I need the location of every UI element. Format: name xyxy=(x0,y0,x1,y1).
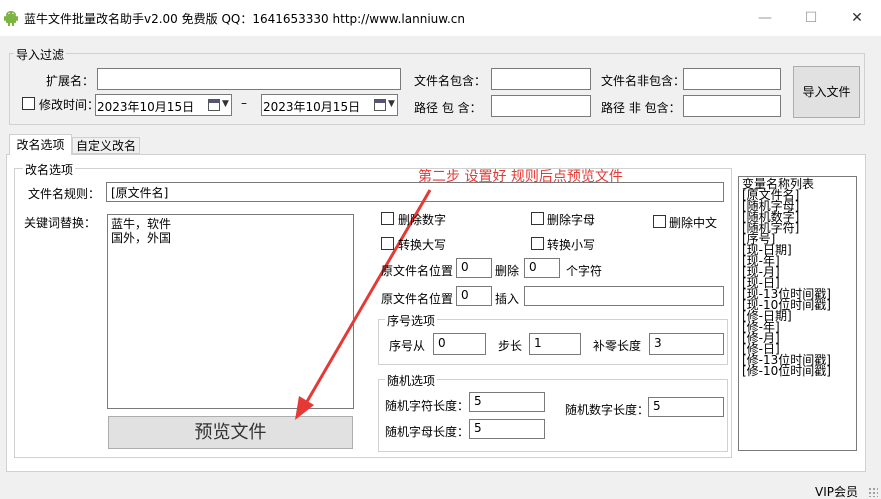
path-contains-input[interactable] xyxy=(491,95,591,117)
date-from-value: 2023年10月15日 xyxy=(97,100,195,114)
random-num-length-label: 随机数字长度： xyxy=(565,403,650,417)
to-upper-label: 转换大写 xyxy=(398,238,447,252)
name-not-contains-label: 文件名非包含： xyxy=(601,74,686,88)
delete-letters-checkbox[interactable] xyxy=(531,212,544,225)
extension-label: 扩展名： xyxy=(46,74,95,88)
vip-status: VIP会员 xyxy=(815,485,858,499)
seq-step-label: 步长 xyxy=(498,339,523,353)
path-not-contains-input[interactable] xyxy=(683,95,781,117)
random-char-length-input[interactable]: 5 xyxy=(469,392,545,412)
title-bar: 蓝牛文件批量改名助手v2.00 免费版 QQ：1641653330 http:/… xyxy=(0,0,881,36)
delete-digits-label: 删除数字 xyxy=(398,213,447,227)
pos2-input[interactable]: 0 xyxy=(456,286,492,306)
variable-list[interactable]: 变量名称列表 [原文件名] [随机字母] [随机数字] [随机字符] [序号] … xyxy=(738,176,857,451)
date-to-value: 2023年10月15日 xyxy=(263,100,361,114)
pos1-input[interactable]: 0 xyxy=(456,258,492,278)
to-lower-label: 转换小写 xyxy=(547,238,596,252)
modtime-checkbox[interactable] xyxy=(22,97,35,110)
variable-item[interactable]: [修-10位时间戳] xyxy=(742,365,853,377)
to-lower-checkbox[interactable] xyxy=(531,237,544,250)
name-contains-label: 文件名包含： xyxy=(414,74,487,88)
delete-letters-label: 删除字母 xyxy=(547,213,596,227)
resize-grip-icon[interactable] xyxy=(868,487,878,497)
random-letter-length-input[interactable]: 5 xyxy=(469,419,545,439)
keyword-replace-textarea[interactable]: 蓝牛，软件 国外，外国 xyxy=(107,214,354,409)
calendar-icon xyxy=(208,99,220,111)
seq-from-label: 序号从 xyxy=(389,339,426,353)
step-two-annotation: 第二步 设置好 规则后点预览文件 xyxy=(418,169,623,185)
import-filter-legend: 导入过滤 xyxy=(14,46,67,63)
chevron-down-icon: ▼ xyxy=(388,99,395,109)
sequence-options-legend: 序号选项 xyxy=(385,312,438,329)
pos2-label: 原文件名位置 xyxy=(381,292,454,306)
chars-label: 个字符 xyxy=(566,264,603,278)
preview-files-button[interactable]: 预览文件 xyxy=(108,416,353,449)
name-not-contains-input[interactable] xyxy=(683,68,781,90)
delete-chinese-label: 删除中文 xyxy=(669,216,718,230)
window-title: 蓝牛文件批量改名助手v2.00 免费版 QQ：1641653330 http:/… xyxy=(24,12,465,26)
random-num-length-input[interactable]: 5 xyxy=(648,397,724,417)
date-from-picker[interactable]: 2023年10月15日 ▼ xyxy=(95,94,232,116)
path-not-contains-label: 路径 非 包含： xyxy=(601,101,681,115)
calendar-icon xyxy=(374,99,386,111)
random-letter-length-label: 随机字母长度： xyxy=(385,425,470,439)
random-options-legend: 随机选项 xyxy=(385,372,438,389)
insert-input[interactable] xyxy=(524,286,724,306)
keyword-replace-label: 关键词替换： xyxy=(24,216,97,230)
to-upper-checkbox[interactable] xyxy=(381,237,394,250)
delete-digits-checkbox[interactable] xyxy=(381,212,394,225)
seq-pad-input[interactable]: 3 xyxy=(649,333,724,355)
minimize-button[interactable]: — xyxy=(742,0,788,36)
seq-pad-label: 补零长度 xyxy=(593,339,642,353)
chevron-down-icon: ▼ xyxy=(222,99,229,109)
date-to-picker[interactable]: 2023年10月15日 ▼ xyxy=(261,94,398,116)
delete-count-label: 删除 xyxy=(495,264,520,278)
name-contains-input[interactable] xyxy=(491,68,591,90)
delete-chinese-checkbox[interactable] xyxy=(653,215,666,228)
pos1-label: 原文件名位置 xyxy=(381,264,454,278)
filename-rule-label: 文件名规则： xyxy=(28,187,101,201)
seq-from-input[interactable]: 0 xyxy=(433,333,486,355)
seq-step-input[interactable]: 1 xyxy=(529,333,581,355)
import-files-button[interactable]: 导入文件 xyxy=(793,66,860,118)
filename-rule-input[interactable]: [原文件名] xyxy=(106,182,724,202)
maximize-button[interactable]: ☐ xyxy=(788,0,834,36)
tab-custom-rename[interactable]: 自定义改名 xyxy=(72,137,140,154)
status-bar: VIP会员 xyxy=(0,479,881,499)
modtime-label: 修改时间： xyxy=(39,98,100,112)
date-range-separator: – xyxy=(241,96,247,110)
android-app-icon xyxy=(4,11,18,26)
tab-rename-options[interactable]: 改名选项 xyxy=(9,134,72,155)
random-char-length-label: 随机字符长度： xyxy=(385,399,470,413)
close-button[interactable]: ✕ xyxy=(834,0,880,36)
rename-options-legend: 改名选项 xyxy=(23,161,76,178)
delete-count-input[interactable]: 0 xyxy=(524,258,560,278)
extension-input[interactable] xyxy=(97,68,401,90)
insert-label: 插入 xyxy=(495,292,520,306)
path-contains-label: 路径 包 含： xyxy=(414,101,482,115)
